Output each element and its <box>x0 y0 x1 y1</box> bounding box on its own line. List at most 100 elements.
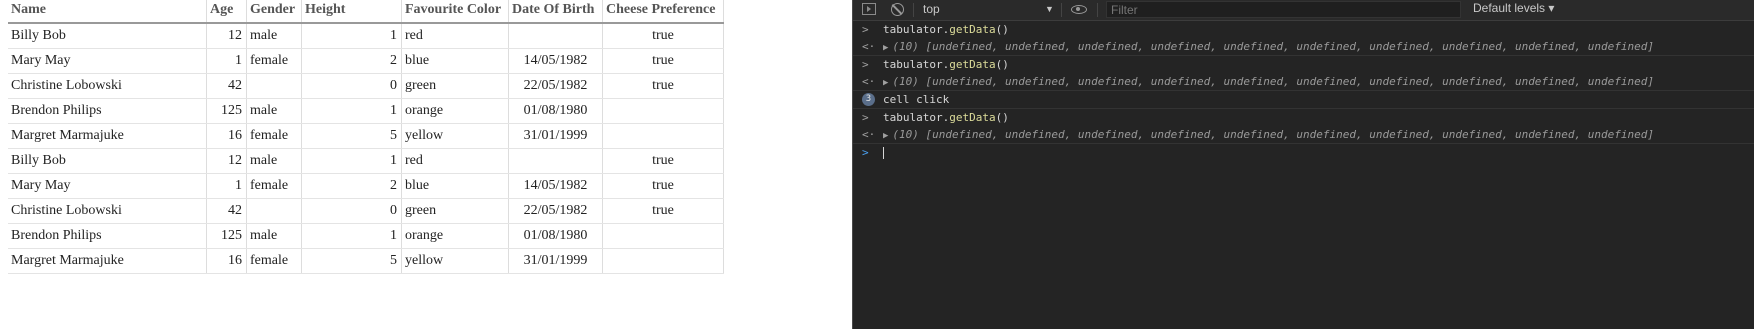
table-cell[interactable]: 125 <box>207 224 247 248</box>
table-row[interactable]: Billy Bob 12 male 1 red true <box>8 24 724 49</box>
table-cell[interactable]: male <box>247 24 302 48</box>
table-cell[interactable]: 14/05/1982 <box>509 49 603 73</box>
table-cell[interactable]: Mary May <box>8 174 207 198</box>
table-cell[interactable]: 1 <box>207 49 247 73</box>
table-cell[interactable]: blue <box>402 49 509 73</box>
table-cell[interactable]: 12 <box>207 24 247 48</box>
table-cell[interactable]: 12 <box>207 149 247 173</box>
table-cell[interactable]: true <box>603 149 724 173</box>
table-cell[interactable]: female <box>247 174 302 198</box>
table-cell[interactable]: 2 <box>302 49 402 73</box>
table-cell[interactable]: true <box>603 49 724 73</box>
expand-triangle-icon[interactable]: ▶ <box>883 43 888 53</box>
table-cell[interactable]: 0 <box>302 199 402 223</box>
table-cell[interactable]: green <box>402 199 509 223</box>
table-cell[interactable]: 1 <box>207 174 247 198</box>
table-cell[interactable]: red <box>402 149 509 173</box>
table-row[interactable]: Christine Lobowski 42 0 green 22/05/1982 true <box>8 199 724 224</box>
table-cell[interactable]: 0 <box>302 74 402 98</box>
show-sidebar-icon[interactable] <box>862 3 876 15</box>
table-cell[interactable]: 1 <box>302 24 402 48</box>
filter-input[interactable] <box>1106 1 1461 18</box>
eye-icon[interactable] <box>1071 5 1087 14</box>
table-cell[interactable]: 16 <box>207 124 247 148</box>
result-value[interactable]: (10) [undefined, undefined, undefined, u… <box>892 40 1654 53</box>
table-cell[interactable]: true <box>603 74 724 98</box>
table-row[interactable]: Billy Bob 12 male 1 red true <box>8 149 724 174</box>
table-cell[interactable]: 14/05/1982 <box>509 174 603 198</box>
table-cell[interactable]: green <box>402 74 509 98</box>
table-cell[interactable] <box>603 99 724 123</box>
result-value[interactable]: (10) [undefined, undefined, undefined, u… <box>892 128 1654 141</box>
expand-triangle-icon[interactable]: ▶ <box>883 78 888 88</box>
table-cell[interactable]: male <box>247 99 302 123</box>
table-cell[interactable] <box>603 224 724 248</box>
table-cell[interactable]: 125 <box>207 99 247 123</box>
context-selector[interactable]: top <box>923 0 1058 20</box>
table-cell[interactable]: 22/05/1982 <box>509 74 603 98</box>
table-cell[interactable] <box>247 199 302 223</box>
table-row[interactable]: Brendon Philips 125 male 1 orange 01/08/1980 <box>8 99 724 124</box>
table-cell[interactable]: 1 <box>302 224 402 248</box>
table-cell[interactable]: orange <box>402 99 509 123</box>
table-cell[interactable]: male <box>247 224 302 248</box>
table-cell[interactable]: Christine Lobowski <box>8 199 207 223</box>
table-cell[interactable]: orange <box>402 224 509 248</box>
log-levels-dropdown[interactable]: Default levels ▾ <box>1473 0 1554 20</box>
table-cell[interactable] <box>247 74 302 98</box>
column-header[interactable]: Gender <box>247 0 302 22</box>
table-cell[interactable]: true <box>603 24 724 48</box>
table-cell[interactable] <box>509 24 603 48</box>
table-row[interactable]: Margret Marmajuke 16 female 5 yellow 31/01/19… <box>8 249 724 274</box>
table-cell[interactable]: Margret Marmajuke <box>8 249 207 273</box>
table-cell[interactable]: 31/01/1999 <box>509 249 603 273</box>
table-cell[interactable]: 1 <box>302 149 402 173</box>
column-header[interactable]: Date Of Birth <box>509 0 603 22</box>
table-cell[interactable]: Margret Marmajuke <box>8 124 207 148</box>
table-cell[interactable]: Brendon Philips <box>8 99 207 123</box>
table-cell[interactable]: Brendon Philips <box>8 224 207 248</box>
table-cell[interactable]: red <box>402 24 509 48</box>
table-cell[interactable] <box>509 149 603 173</box>
table-cell[interactable]: yellow <box>402 124 509 148</box>
console-prompt[interactable]: > <box>853 144 1754 161</box>
table-row[interactable]: Brendon Philips 125 male 1 orange 01/08/1980 <box>8 224 724 249</box>
table-cell[interactable]: female <box>247 124 302 148</box>
table-cell[interactable]: female <box>247 49 302 73</box>
table-row[interactable]: Christine Lobowski 42 0 green 22/05/1982 true <box>8 74 724 99</box>
table-cell[interactable]: true <box>603 174 724 198</box>
table-cell[interactable]: blue <box>402 174 509 198</box>
column-header[interactable]: Height <box>302 0 402 22</box>
table-cell[interactable]: Billy Bob <box>8 24 207 48</box>
table-cell[interactable]: 31/01/1999 <box>509 124 603 148</box>
table-cell[interactable]: 22/05/1982 <box>509 199 603 223</box>
table-row[interactable]: Mary May 1 female 2 blue 14/05/1982 true <box>8 49 724 74</box>
table-cell[interactable]: 5 <box>302 249 402 273</box>
table-row[interactable]: Margret Marmajuke 16 female 5 yellow 31/01/19… <box>8 124 724 149</box>
table-cell[interactable] <box>603 124 724 148</box>
column-header[interactable]: Name <box>8 0 207 22</box>
table-cell[interactable]: 01/08/1980 <box>509 99 603 123</box>
table-cell[interactable]: Billy Bob <box>8 149 207 173</box>
table-cell[interactable]: 16 <box>207 249 247 273</box>
table-cell[interactable]: 01/08/1980 <box>509 224 603 248</box>
column-header[interactable]: Cheese Preference <box>603 0 724 22</box>
table-cell[interactable]: 42 <box>207 74 247 98</box>
result-value[interactable]: (10) [undefined, undefined, undefined, u… <box>892 75 1654 88</box>
table-cell[interactable]: 2 <box>302 174 402 198</box>
table-cell[interactable]: Mary May <box>8 49 207 73</box>
table-cell[interactable]: female <box>247 249 302 273</box>
column-header[interactable]: Favourite Color <box>402 0 509 22</box>
table-cell[interactable]: 42 <box>207 199 247 223</box>
table-cell[interactable]: 1 <box>302 99 402 123</box>
table-cell[interactable]: 5 <box>302 124 402 148</box>
table-row[interactable]: Mary May 1 female 2 blue 14/05/1982 true <box>8 174 724 199</box>
clear-console-icon[interactable] <box>891 3 904 16</box>
table-cell[interactable]: male <box>247 149 302 173</box>
table-cell[interactable]: yellow <box>402 249 509 273</box>
column-header[interactable]: Age <box>207 0 247 22</box>
table-cell[interactable] <box>603 249 724 273</box>
table-cell[interactable]: true <box>603 199 724 223</box>
expand-triangle-icon[interactable]: ▶ <box>883 131 888 141</box>
table-cell[interactable]: Christine Lobowski <box>8 74 207 98</box>
